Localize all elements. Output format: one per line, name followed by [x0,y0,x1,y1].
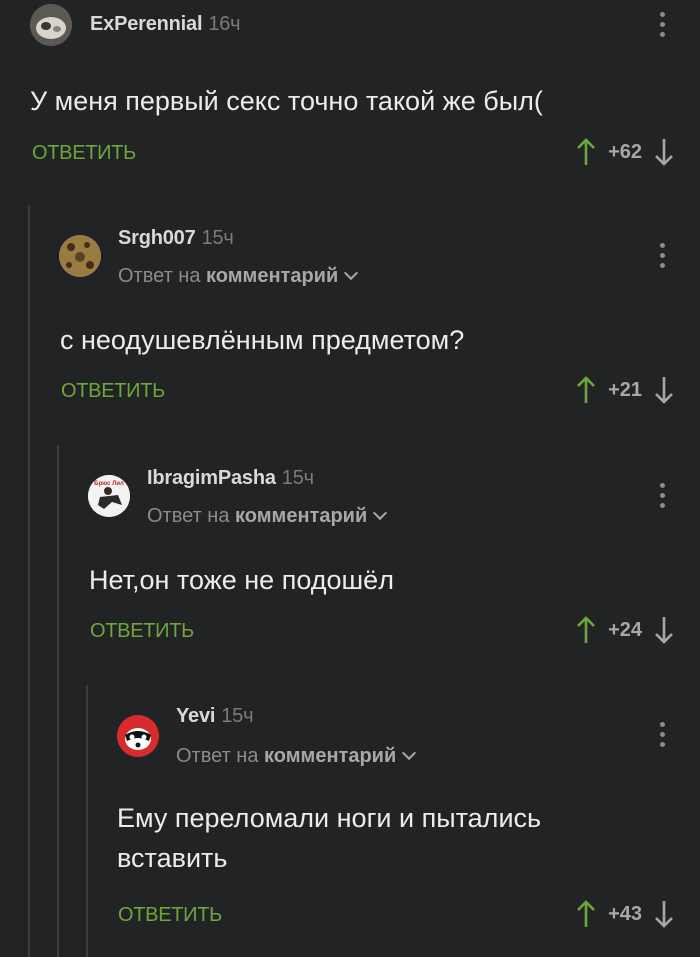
reply-button[interactable]: ОТВЕТИТЬ [61,380,165,403]
upvote-arrow-icon[interactable] [576,899,596,929]
vote-count: +21 [608,378,642,401]
reply-to-link[interactable]: Ответ на комментарий [118,265,359,288]
vote-controls: +21 [576,375,674,405]
avatar[interactable] [117,715,159,757]
reply-button[interactable]: ОТВЕТИТЬ [32,142,136,165]
comment-text-line: Ему переломали ноги и пытались [117,803,542,833]
chevron-down-icon[interactable] [344,265,359,281]
comment-time: 15ч [201,227,234,249]
reply-to-link[interactable]: Ответ на комментарий [176,745,417,768]
more-options-icon[interactable] [660,722,666,747]
avatar[interactable] [30,4,72,46]
downvote-arrow-icon[interactable] [654,615,674,645]
vote-count: +43 [608,902,642,925]
comment-time: 16ч [208,13,241,35]
fighter-icon: Брюс Лил [88,475,130,517]
reply-target[interactable]: комментарий [235,505,367,527]
vote-controls: +43 [576,899,674,929]
chevron-down-icon[interactable] [373,505,388,521]
avatar[interactable]: Брюс Лил [88,475,130,517]
reply-button[interactable]: ОТВЕТИТЬ [90,620,194,643]
avatar-caption: Брюс Лил [94,481,124,487]
author-name[interactable]: Srgh007 [118,227,196,249]
author-name[interactable]: ExPerennial [90,13,203,35]
raccoon-icon [117,715,159,757]
upvote-arrow-icon[interactable] [576,375,596,405]
comment-text: Нет,он тоже не подошёл [89,565,394,595]
reply-prefix: Ответ на [147,505,230,527]
comment-author[interactable]: ExPerennial 16ч [90,13,241,36]
reply-to-link[interactable]: Ответ на комментарий [147,505,388,528]
thread-line-level-1 [28,205,30,957]
reply-prefix: Ответ на [176,745,259,767]
upvote-arrow-icon[interactable] [576,137,596,167]
comment-text-line: вставить [117,843,228,873]
comment-author[interactable]: Yevi 15ч [176,705,254,728]
comment-text: У меня первый секс точно такой же был( [30,86,543,116]
cat-icon [30,4,72,46]
comment-author[interactable]: IbragimPasha 15ч [147,467,314,490]
comment-text: Ему переломали ноги и пытались вставить [117,798,541,878]
comment-text: с неодушевлённым предметом? [60,325,465,355]
leopard-icon [59,235,101,277]
vote-controls: +24 [576,615,674,645]
downvote-arrow-icon[interactable] [654,137,674,167]
comment-time: 15ч [281,467,314,489]
reply-target[interactable]: комментарий [206,265,338,287]
chevron-down-icon[interactable] [402,745,417,761]
downvote-arrow-icon[interactable] [654,375,674,405]
author-name[interactable]: Yevi [176,705,215,727]
more-options-icon[interactable] [660,12,666,37]
vote-count: +24 [608,618,642,641]
vote-count: +62 [608,140,642,163]
downvote-arrow-icon[interactable] [654,899,674,929]
more-options-icon[interactable] [660,243,666,268]
reply-prefix: Ответ на [118,265,201,287]
comment-author[interactable]: Srgh007 15ч [118,227,234,250]
author-name[interactable]: IbragimPasha [147,467,276,489]
vote-controls: +62 [576,137,674,167]
upvote-arrow-icon[interactable] [576,615,596,645]
reply-target[interactable]: комментарий [264,745,396,767]
reply-button[interactable]: ОТВЕТИТЬ [118,904,222,927]
avatar[interactable] [59,235,101,277]
comment-time: 15ч [221,705,254,727]
thread-line-level-2 [57,445,59,957]
thread-line-level-3 [86,685,88,957]
comment-1: ExPerennial 16ч У меня первый секс точно … [0,0,700,200]
more-options-icon[interactable] [660,483,666,508]
